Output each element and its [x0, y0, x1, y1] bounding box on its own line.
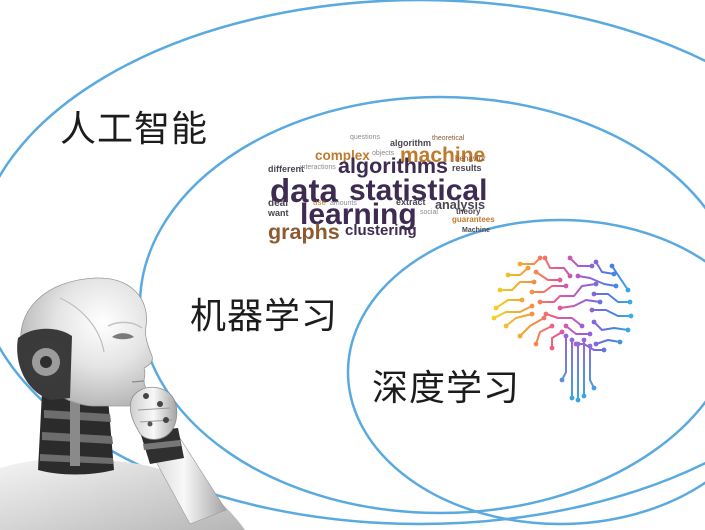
wordcloud-word: social: [420, 209, 438, 216]
diagram-canvas: 人工智能 机器学习 深度学习 questions theoretical alg…: [0, 0, 705, 530]
wordcloud-word: behavior: [455, 154, 486, 163]
wordcloud: questions theoretical algorithm complex …: [0, 0, 705, 530]
wordcloud-word: interactions: [300, 164, 336, 171]
wordcloud-word: clustering: [345, 222, 417, 239]
wordcloud-word: results: [452, 163, 482, 173]
wordcloud-word: Machine: [462, 227, 491, 234]
wordcloud-word: guarantees: [452, 215, 495, 224]
wordcloud-word: want: [268, 208, 289, 218]
wordcloud-word: theoretical: [432, 135, 465, 142]
wordcloud-word: questions: [350, 134, 380, 141]
wordcloud-word: graphs: [268, 220, 340, 244]
